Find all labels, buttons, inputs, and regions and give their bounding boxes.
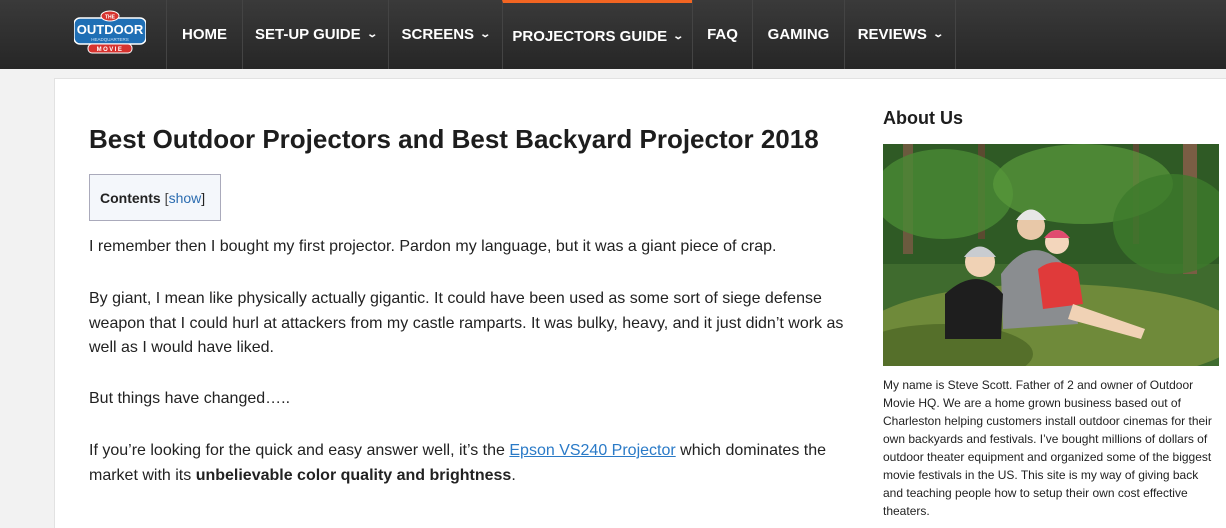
paragraph-4: If you’re looking for the quick and easy… <box>89 439 849 488</box>
paragraph-4-before: If you’re looking for the quick and easy… <box>89 442 510 459</box>
nav-faq[interactable]: FAQ <box>692 0 752 69</box>
sidebar-title: About Us <box>883 108 963 128</box>
site-logo[interactable]: THE OUTDOOR HEADQUARTERS MOVIE <box>74 10 146 54</box>
nav-faq-label: FAQ <box>707 26 738 43</box>
nav-screens-label: SCREENS <box>401 26 475 43</box>
about-us-photo <box>883 144 1219 366</box>
logo-main-text: OUTDOOR <box>77 22 144 37</box>
chevron-down-icon: ⌄ <box>932 29 944 40</box>
nav-reviews-label: REVIEWS <box>857 26 927 43</box>
paragraph-3: But things have changed….. <box>89 390 291 407</box>
paragraph-2: By giant, I mean like physically actuall… <box>89 290 844 356</box>
nav-projectors-guide[interactable]: PROJECTORS GUIDE ⌄ <box>502 0 692 69</box>
about-us-text: My name is Steve Scott. Father of 2 and … <box>883 378 1212 518</box>
nav-reviews[interactable]: REVIEWS ⌄ <box>844 0 956 69</box>
chevron-down-icon: ⌄ <box>672 30 685 42</box>
paragraph-4-bold: unbelievable color quality and brightnes… <box>195 466 512 484</box>
logo-top-text: THE <box>105 15 116 21</box>
chevron-down-icon: ⌄ <box>365 29 378 40</box>
logo-sub-text: HEADQUARTERS <box>91 37 128 42</box>
table-of-contents: Contents [show] <box>89 174 221 221</box>
nav-home[interactable]: HOME <box>166 0 242 69</box>
article-title: Best Outdoor Projectors and Best Backyar… <box>89 124 819 154</box>
paragraph-1: I remember then I bought my first projec… <box>89 238 777 255</box>
chevron-down-icon: ⌄ <box>479 29 492 40</box>
logo-bottom-text: MOVIE <box>97 47 124 53</box>
paragraph-4-after: . <box>511 466 516 484</box>
epson-vs240-link[interactable]: Epson VS240 Projector <box>509 442 675 459</box>
nav-gaming-label: GAMING <box>767 26 830 43</box>
nav-home-label: HOME <box>182 26 227 43</box>
nav-setup-guide-label: SET-UP GUIDE <box>255 26 361 43</box>
nav-screens[interactable]: SCREENS ⌄ <box>388 0 502 69</box>
nav-gaming[interactable]: GAMING <box>752 0 844 69</box>
toc-bracket-close: ] <box>201 189 206 206</box>
top-navigation: THE OUTDOOR HEADQUARTERS MOVIE HOME SET-… <box>0 0 1226 69</box>
toc-show-toggle[interactable]: show <box>169 190 202 206</box>
toc-label: Contents <box>100 189 161 206</box>
nav-projectors-guide-label: PROJECTORS GUIDE <box>512 27 668 45</box>
nav-setup-guide[interactable]: SET-UP GUIDE ⌄ <box>242 0 388 69</box>
